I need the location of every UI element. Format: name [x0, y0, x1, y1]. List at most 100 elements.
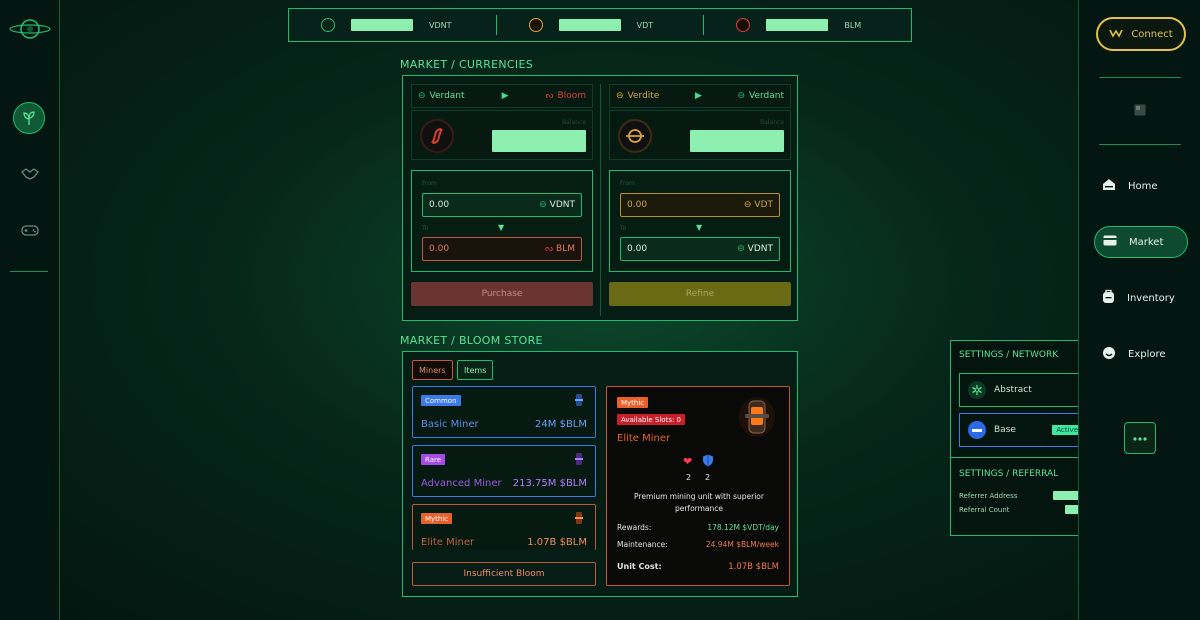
network-settings-title: SETTINGS / NETWORK [959, 350, 1059, 360]
card-icon [1103, 235, 1117, 249]
rarity-badge: Rare [421, 454, 446, 465]
currencies-section-title: MARKET / CURRENCIES [400, 58, 533, 71]
miner-icon [575, 393, 583, 407]
to-coin-label: Bloom [557, 91, 586, 101]
more-options-button[interactable] [1124, 422, 1156, 454]
verdant-coin-icon: ⊖ [539, 200, 547, 210]
ticker-item-vdt: VDT [497, 9, 704, 41]
amount-value: 0.00 [429, 200, 450, 210]
settings-divider [951, 457, 1097, 458]
connect-wallet-button[interactable]: Connect [1096, 17, 1186, 51]
price-ticker: VDNT VDT BLM [288, 8, 912, 42]
miner-detail-card: Mythic Available Slots: 0 Elite Miner ❤ … [606, 386, 790, 586]
bloom-coin-icon: ᔓ [545, 244, 554, 254]
ticker-label: BLM [844, 20, 862, 30]
network-name: Base [994, 425, 1016, 435]
verdite-coin-icon [528, 18, 543, 32]
balance-label: Balance [562, 119, 586, 126]
arrow-right-icon: ▶ [694, 91, 702, 101]
to-amount-input[interactable]: 0.00 ᔓ BLM [422, 237, 582, 261]
amount-value: 0.00 [627, 200, 648, 210]
plant-nav-icon[interactable] [13, 102, 45, 134]
nav-item-market[interactable]: Market [1094, 226, 1188, 258]
amount-value: 0.00 [627, 244, 648, 254]
unit-cost-label: Unit Cost: [617, 562, 662, 571]
referral-settings-title: SETTINGS / REFERRAL [959, 469, 1059, 479]
miner-icon [575, 511, 583, 525]
handshake-icon[interactable] [20, 166, 40, 182]
nav-item-home[interactable]: Home [1094, 170, 1188, 202]
balance-box: Balance [609, 110, 791, 160]
nav-item-explore[interactable]: Explore [1094, 338, 1188, 370]
nav-label: Home [1128, 180, 1158, 192]
settings-popup: SETTINGS / NETWORK Abstract Base Active … [950, 340, 1098, 536]
nav-label: Market [1129, 236, 1164, 248]
miner-card-elite[interactable]: Mythic Elite Miner 1.07B $BLM [412, 504, 596, 550]
broken-image-icon [1134, 104, 1146, 116]
pair-bar: ⊖ Verdant ▶ ᔓ Bloom [411, 84, 593, 108]
miner-icon [575, 452, 583, 466]
ticker-item-blm: BLM [704, 9, 911, 41]
available-slots-badge: Available Slots: 0 [617, 414, 686, 425]
unit-label: VDT [754, 200, 773, 210]
bloom-coin-icon [420, 119, 454, 153]
swap-box: From 0.00 ⊖ VDNT ▼ To 0.00 ᔓ BLM [411, 170, 593, 272]
maintenance-label: Maintenance: [617, 540, 668, 549]
referrer-address-row: Referrer Address [959, 491, 1091, 500]
miner-price: 213.75M $BLM [512, 478, 587, 489]
rewards-label: Rewards: [617, 523, 652, 532]
nav-label: Explore [1128, 348, 1166, 360]
elite-miner-icon [737, 395, 777, 442]
balance-label: Balance [760, 119, 784, 126]
miner-price: 24M $BLM [535, 419, 587, 430]
balance-value-bar [690, 130, 784, 152]
from-amount-input[interactable]: 0.00 ⊖ VDNT [422, 193, 582, 217]
hearts-count: 2 [686, 473, 692, 482]
left-sidebar [0, 0, 60, 620]
ticker-item-vdnt: VDNT [289, 9, 496, 41]
left-divider [10, 271, 48, 272]
network-option-base[interactable]: Base Active [959, 413, 1091, 447]
shields-count: 2 [705, 473, 711, 482]
unit-label: VDNT [549, 200, 575, 210]
nav-item-inventory[interactable]: Inventory [1094, 282, 1188, 314]
tab-miners[interactable]: Miners [412, 360, 453, 380]
rarity-badge: Common [421, 395, 461, 406]
verdite-coin-icon: ⊖ [743, 200, 752, 210]
connect-label: Connect [1131, 28, 1173, 40]
abstract-network-icon [968, 381, 986, 399]
miner-card-advanced[interactable]: Rare Advanced Miner 213.75M $BLM [412, 445, 596, 497]
verdant-coin-icon: ⊖ [418, 91, 426, 101]
ticker-value-bar [558, 19, 621, 31]
purchase-button[interactable]: Purchase [411, 282, 593, 306]
backpack-icon [1102, 289, 1115, 307]
base-network-icon [968, 421, 986, 439]
miner-card-basic[interactable]: Common Basic Miner 24M $BLM [412, 386, 596, 438]
from-amount-input[interactable]: 0.00 ⊖ VDT [620, 193, 780, 217]
ticker-value-bar [766, 19, 829, 31]
more-dots-icon [1133, 433, 1147, 444]
verdite-coin-icon: ⊖ [616, 91, 624, 101]
rewards-value: 178.12M $VDT/day [707, 523, 779, 532]
right-divider [1099, 144, 1181, 145]
ticker-label: VDT [636, 20, 654, 30]
unit-label: VDNT [747, 244, 773, 254]
tab-items[interactable]: Items [457, 360, 494, 380]
gamepad-icon[interactable] [20, 222, 40, 238]
to-amount-input[interactable]: 0.00 ⊖ VDNT [620, 237, 780, 261]
compass-icon [1102, 346, 1116, 363]
ticker-label: VDNT [429, 20, 452, 30]
home-icon [1102, 178, 1116, 194]
refine-button[interactable]: Refine [609, 282, 791, 306]
to-coin-label: Verdant [749, 91, 784, 101]
arrow-right-icon: ▶ [501, 91, 509, 101]
network-option-abstract[interactable]: Abstract [959, 373, 1091, 407]
right-sidebar: Connect Home Market Inventory Explore [1078, 0, 1200, 620]
miner-name: Basic Miner [421, 419, 479, 430]
referrer-address-label: Referrer Address [959, 491, 1018, 500]
planet-logo-icon[interactable] [8, 12, 52, 46]
insufficient-bloom-button[interactable]: Insufficient Bloom [412, 562, 596, 586]
detail-miner-name: Elite Miner [617, 433, 671, 444]
arrow-down-icon: ▼ [498, 223, 505, 232]
bloom-coin-icon: ᔓ [545, 91, 554, 101]
